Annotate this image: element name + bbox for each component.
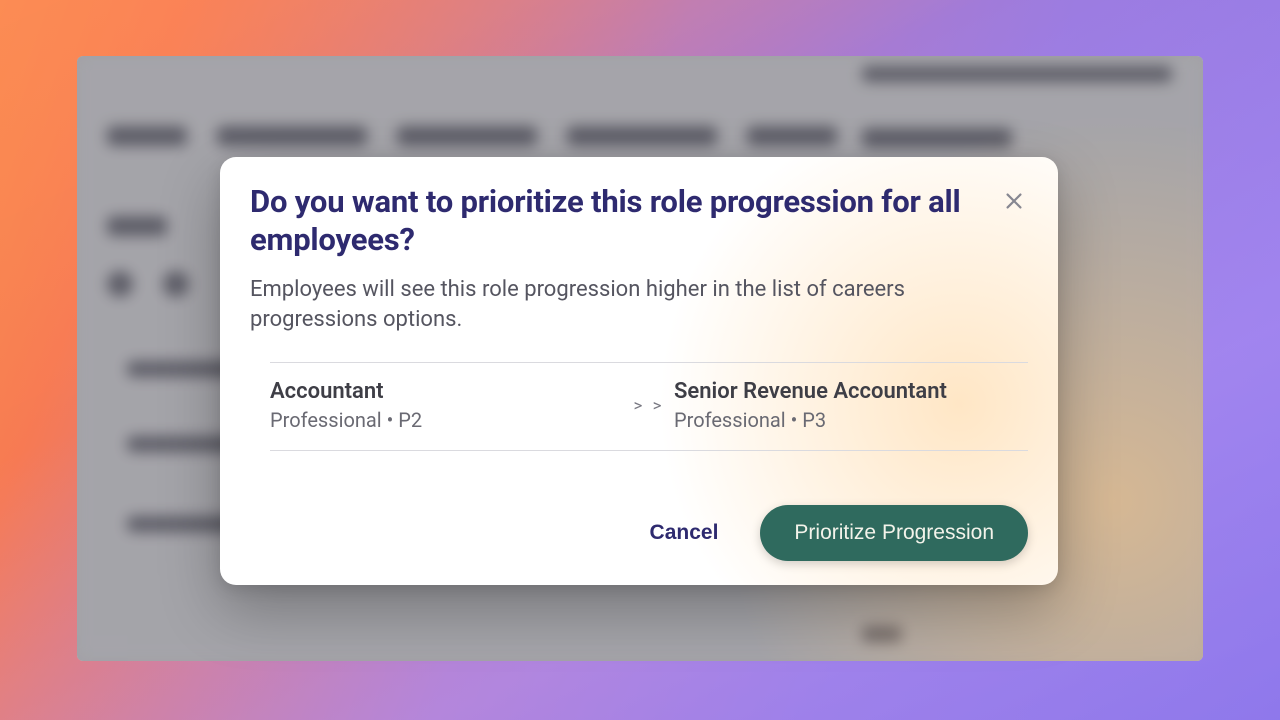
from-role-subtitle: Professional • P2 — [270, 408, 624, 432]
progression-arrow-icon: > > — [624, 396, 674, 416]
modal-description: Employees will see this role progression… — [250, 275, 988, 337]
prioritize-progression-button[interactable]: Prioritize Progression — [760, 505, 1028, 561]
to-role-subtitle: Professional • P3 — [674, 408, 1028, 432]
progression-to-role: Senior Revenue Accountant Professional •… — [674, 379, 1028, 432]
from-role-title: Accountant — [270, 379, 624, 404]
cancel-button[interactable]: Cancel — [642, 511, 727, 555]
progression-from-role: Accountant Professional • P2 — [270, 379, 624, 432]
progression-row: Accountant Professional • P2 > > Senior … — [270, 362, 1028, 451]
modal-footer: Cancel Prioritize Progression — [642, 505, 1028, 561]
close-button[interactable] — [994, 181, 1034, 221]
prioritize-progression-modal: Do you want to prioritize this role prog… — [220, 157, 1058, 585]
modal-title: Do you want to prioritize this role prog… — [250, 183, 978, 259]
to-role-title: Senior Revenue Accountant — [674, 379, 1028, 404]
close-icon — [1003, 190, 1025, 212]
